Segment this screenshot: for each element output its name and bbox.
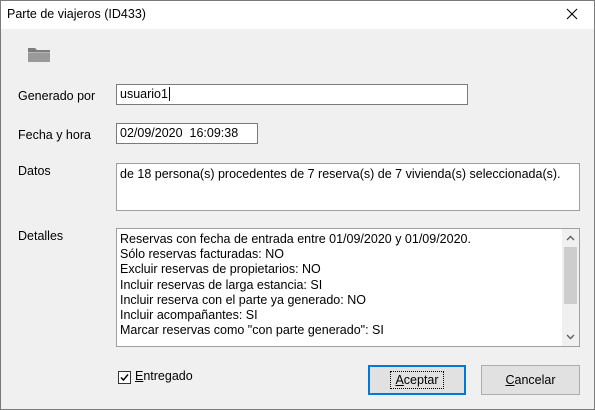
generado-field[interactable]: usuario1	[116, 84, 468, 105]
detalles-label: Detalles	[18, 229, 64, 243]
checkmark-icon	[120, 371, 129, 385]
folder-icon	[27, 45, 51, 63]
detalles-line: Incluir acompañantes: SI	[120, 308, 258, 323]
detalles-line: Excluir reservas de propietarios: NO	[120, 262, 321, 277]
cancelar-label: Cancelar	[505, 373, 556, 387]
datos-textarea[interactable]: de 18 persona(s) procedentes de 7 reserv…	[116, 163, 580, 211]
detalles-line: Incluir reserva con el parte ya generado…	[120, 292, 366, 307]
generado-label: Generado por	[18, 89, 96, 103]
cancelar-button[interactable]: Cancelar	[481, 365, 580, 395]
entregado-checkbox[interactable]	[118, 371, 131, 384]
scroll-up-button[interactable]	[562, 230, 579, 246]
generado-value: usuario1	[120, 87, 168, 101]
aceptar-button[interactable]: Aceptar	[368, 365, 466, 395]
fecha-label: Fecha y hora	[18, 128, 91, 142]
entregado-label[interactable]: Entregado	[135, 369, 193, 383]
detalles-scrollbar[interactable]	[562, 229, 579, 346]
aceptar-label: Aceptar	[390, 371, 444, 389]
fecha-value: 02/09/2020 16:09:38	[120, 126, 239, 140]
close-button[interactable]	[550, 1, 594, 29]
detalles-textarea[interactable]: Reservas con fecha de entrada entre 01/0…	[116, 228, 580, 347]
scrollbar-thumb[interactable]	[564, 247, 577, 304]
window-title: Parte de viajeros (ID433)	[7, 7, 146, 21]
detalles-line: Incluir reservas de larga estancia: SI	[120, 277, 323, 292]
close-icon	[566, 8, 578, 23]
datos-label: Datos	[18, 164, 51, 178]
chevron-down-icon	[566, 334, 575, 340]
datos-value: de 18 persona(s) procedentes de 7 reserv…	[120, 167, 561, 181]
fecha-field[interactable]: 02/09/2020 16:09:38	[116, 123, 258, 144]
detalles-line: Sólo reservas facturadas: NO	[120, 247, 284, 262]
title-bar: Parte de viajeros (ID433)	[1, 1, 594, 29]
detalles-line: Reservas con fecha de entrada entre 01/0…	[120, 232, 471, 246]
dialog-window: Parte de viajeros (ID433) Generado por u…	[0, 0, 595, 410]
detalles-line: Marcar reservas como "con parte generado…	[120, 323, 384, 338]
detalles-content: Reservas con fecha de entrada entre 01/0…	[120, 232, 471, 338]
chevron-up-icon	[566, 235, 575, 241]
scroll-down-button[interactable]	[562, 329, 579, 345]
